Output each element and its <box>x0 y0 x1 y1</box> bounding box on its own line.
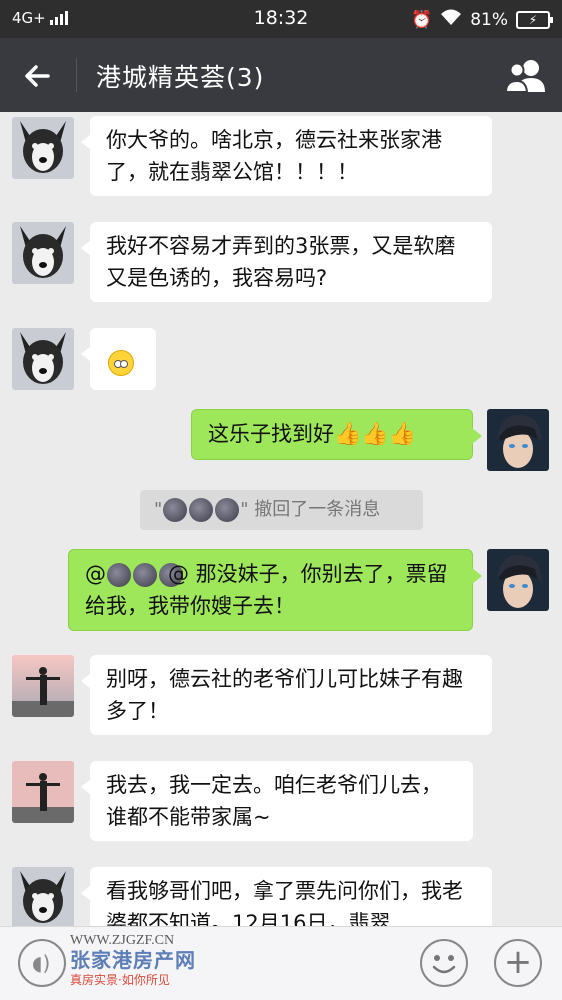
moon-emoji-icon <box>215 498 240 522</box>
voice-icon[interactable]: ◖) <box>18 939 66 987</box>
plus-icon[interactable]: + <box>494 939 542 987</box>
thumbs-up-icon: 👍 <box>334 422 362 447</box>
message-bubble[interactable]: 你大爷的。啥北京，德云社来张家港了，就在翡翠公馆！！！！ <box>81 116 492 196</box>
alarm-icon: ⏰ <box>411 9 433 30</box>
message-bubble[interactable]: 看我够哥们吧，拿了票先问你们，我老婆都不知道。12月16日，翡翠 <box>81 867 492 926</box>
recall-text: 撤回了一条消息 <box>248 499 381 520</box>
avatar[interactable] <box>12 867 74 926</box>
input-bar: ◖) WWW.ZJGZF.CN 张家港房产网 真房实景·如你所见 + <box>0 926 562 1000</box>
moon-emoji-icon <box>189 498 214 522</box>
thumbs-up-icon: 👍 <box>388 422 417 447</box>
message-bubble[interactable]: 我好不容易才弄到的3张票，又是软磨又是色诱的，我容易吗? <box>81 222 492 302</box>
battery-level: 81% <box>470 9 508 30</box>
rolling-eyes-emoji-icon <box>108 350 134 376</box>
watermark-slogan: 真房实景·如你所见 <box>70 973 170 987</box>
watermark-name: 张家港房产网 <box>70 948 196 972</box>
avatar[interactable] <box>12 761 74 823</box>
avatar[interactable] <box>12 328 74 390</box>
back-arrow-icon[interactable] <box>18 56 58 96</box>
battery-icon: ⚡ <box>516 10 553 29</box>
message-text: 这乐子找到好 <box>208 422 334 446</box>
chat-title: 港城精英荟(3) <box>96 63 265 92</box>
moon-emoji-icon <box>133 563 157 587</box>
chat-header: 港城精英荟(3) <box>0 38 562 112</box>
message-bubble-self[interactable]: @ @ 那没妹子，你别去了，票留给我，我带你嫂子去！ <box>68 549 482 631</box>
watermark: WWW.ZJGZF.CN 张家港房产网 真房实景·如你所见 <box>70 933 196 988</box>
emoji-icon[interactable] <box>420 939 468 987</box>
moon-emoji-icon <box>107 563 131 587</box>
wifi-icon <box>440 8 462 31</box>
message-list[interactable]: 你大爷的。啥北京，德云社来张家港了，就在翡翠公馆！！！！ 我好不容易才弄到的3张… <box>0 112 562 926</box>
message-bubble-self[interactable]: 这乐子找到好👍👍👍 <box>191 409 482 460</box>
group-members-icon[interactable] <box>504 56 548 96</box>
quote-open: " <box>154 499 163 520</box>
message-bubble[interactable]: 我去，我一定去。咱仨老爷们儿去，谁都不能带家属~ <box>81 761 473 841</box>
message-bubble[interactable] <box>81 328 156 390</box>
avatar[interactable] <box>12 117 74 179</box>
mention-at: @ <box>85 562 106 586</box>
header-divider <box>76 58 77 92</box>
avatar[interactable] <box>12 655 74 717</box>
status-icons: ⏰ 81% ⚡ <box>411 8 553 31</box>
avatar-self[interactable] <box>487 549 549 611</box>
quote-close: " <box>240 499 249 520</box>
watermark-url: WWW.ZJGZF.CN <box>70 933 175 948</box>
avatar[interactable] <box>12 222 74 284</box>
thumbs-up-icon: 👍 <box>361 422 389 447</box>
status-bar: 4G+ 18:32 ⏰ 81% ⚡ <box>0 0 562 38</box>
moon-emoji-icon <box>163 498 188 522</box>
avatar-self[interactable] <box>487 409 549 471</box>
message-bubble[interactable]: 别呀，德云社的老爷们儿可比妹子有趣多了！ <box>81 655 492 735</box>
recall-notice: " " 撤回了一条消息 <box>140 490 423 530</box>
